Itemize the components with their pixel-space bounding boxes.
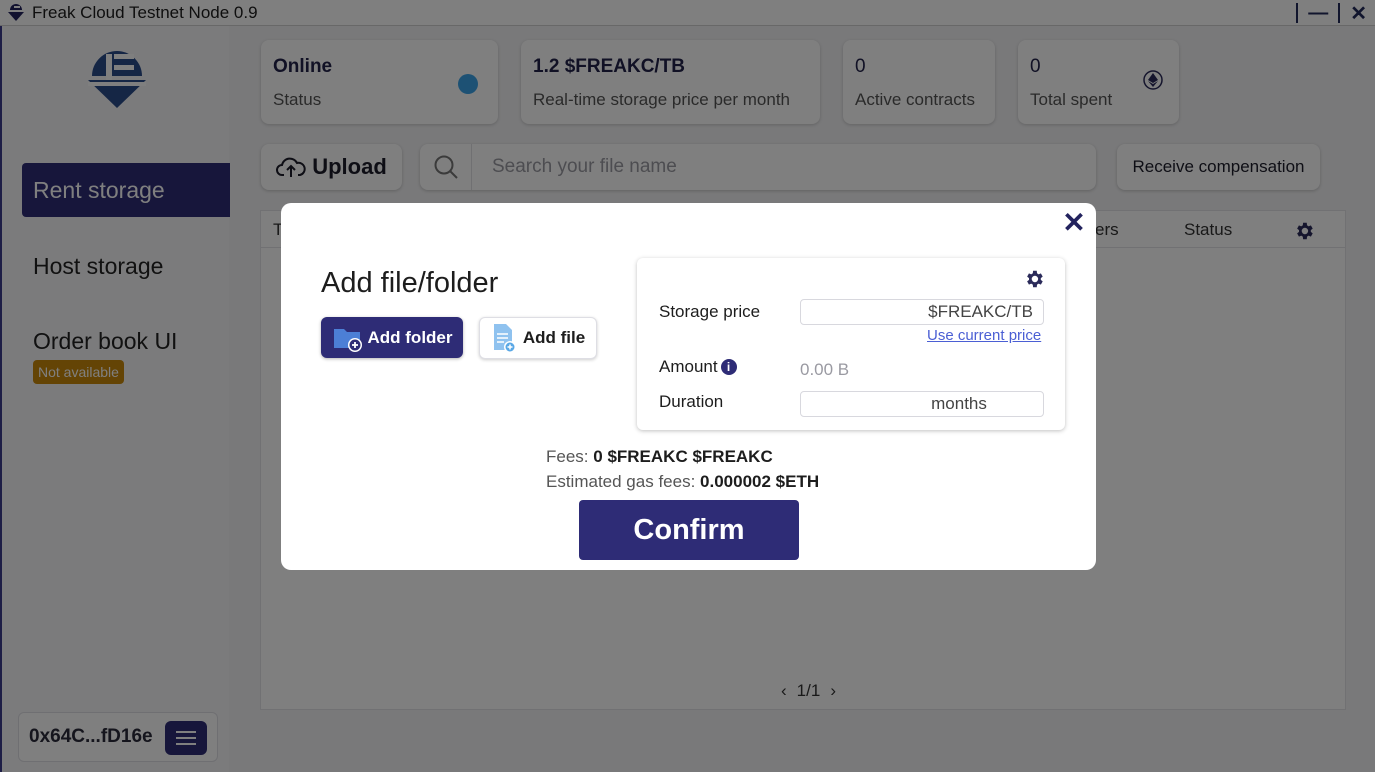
modal-title: Add file/folder xyxy=(321,267,499,299)
gas-fees-value: 0.000002 $ETH xyxy=(700,472,820,491)
gas-fees-row: Estimated gas fees: 0.000002 $ETH xyxy=(546,469,819,494)
amount-label-row: Amount i xyxy=(659,357,737,377)
add-folder-button[interactable]: Add folder xyxy=(321,317,463,358)
file-add-icon xyxy=(493,324,516,353)
duration-unit: months xyxy=(931,394,987,413)
duration-label: Duration xyxy=(659,392,724,411)
add-file-button[interactable]: Add file xyxy=(479,317,597,359)
amount-value: 0.00 B xyxy=(800,360,850,379)
duration-input[interactable]: months xyxy=(800,391,1044,417)
gear-icon[interactable] xyxy=(1023,268,1045,290)
fees-row: Fees: 0 $FREAKC $FREAKC xyxy=(546,444,819,469)
storage-price-input[interactable]: $FREAKC/TB xyxy=(800,299,1044,325)
add-folder-label: Add folder xyxy=(367,327,453,347)
storage-price-unit: $FREAKC/TB xyxy=(928,302,1033,321)
folder-add-icon xyxy=(333,328,362,352)
storage-price-label: Storage price xyxy=(659,302,761,321)
fees-label: Fees: xyxy=(546,447,589,466)
add-file-modal: ✕ Add file/folder Add folder Add file St… xyxy=(281,203,1096,570)
add-file-label: Add file xyxy=(522,328,586,347)
gas-fees-label: Estimated gas fees: xyxy=(546,472,696,491)
close-icon[interactable]: ✕ xyxy=(1061,209,1087,237)
fees-value: 0 $FREAKC $FREAKC xyxy=(593,447,773,466)
amount-label: Amount xyxy=(659,357,718,376)
confirm-button[interactable]: Confirm xyxy=(579,500,799,560)
use-current-price-link[interactable]: Use current price xyxy=(927,327,1041,344)
info-icon[interactable]: i xyxy=(720,359,737,375)
fees-summary: Fees: 0 $FREAKC $FREAKC Estimated gas fe… xyxy=(546,444,819,494)
pricing-panel: Storage price $FREAKC/TB Use current pri… xyxy=(637,258,1065,430)
